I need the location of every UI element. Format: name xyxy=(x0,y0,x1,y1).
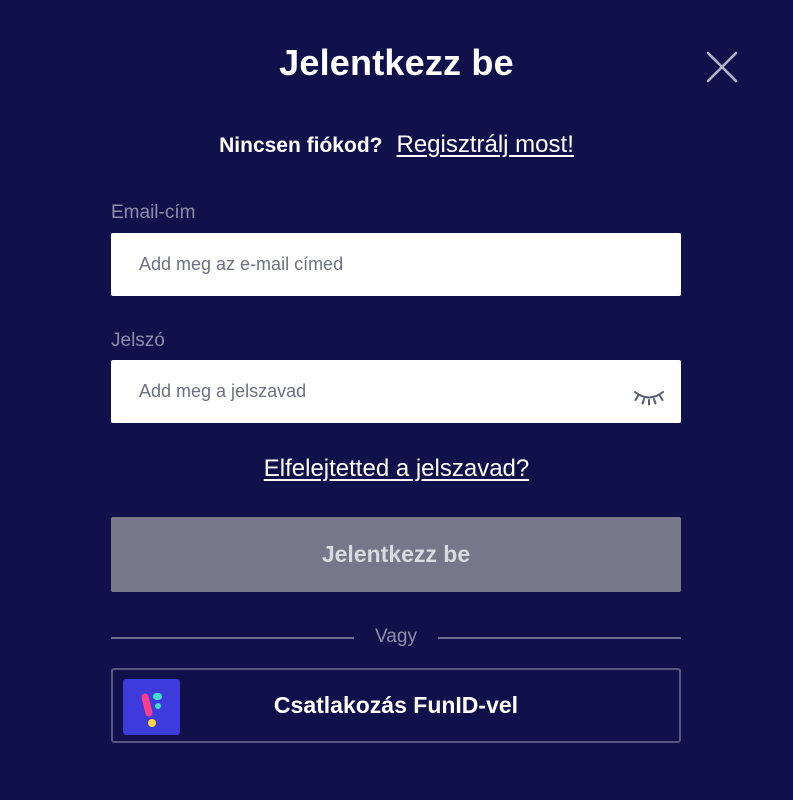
password-input[interactable] xyxy=(111,360,681,423)
eye-closed-icon xyxy=(634,391,664,406)
register-prompt: Nincsen fiókod? Regisztrálj most! xyxy=(0,131,793,159)
password-label: Jelszó xyxy=(111,330,165,351)
email-label: Email-cím xyxy=(111,202,196,223)
dialog-title: Jelentkezz be xyxy=(279,42,514,83)
funid-button[interactable]: Csatlakozás FunID-vel xyxy=(111,668,681,743)
close-icon xyxy=(706,51,738,83)
password-visibility-toggle[interactable] xyxy=(632,386,666,408)
email-input[interactable] xyxy=(111,233,681,296)
divider-line-left xyxy=(111,637,354,639)
register-link[interactable]: Regisztrálj most! xyxy=(396,131,573,158)
funid-button-label: Csatlakozás FunID-vel xyxy=(273,692,519,718)
divider-text: Vagy xyxy=(375,626,417,647)
register-question: Nincsen fiókod? xyxy=(219,134,383,157)
login-button[interactable]: Jelentkezz be xyxy=(111,517,681,592)
divider-line-right xyxy=(438,637,681,639)
forgot-password-link[interactable]: Elfelejtetted a jelszavad? xyxy=(0,455,793,483)
close-button[interactable] xyxy=(703,48,741,86)
